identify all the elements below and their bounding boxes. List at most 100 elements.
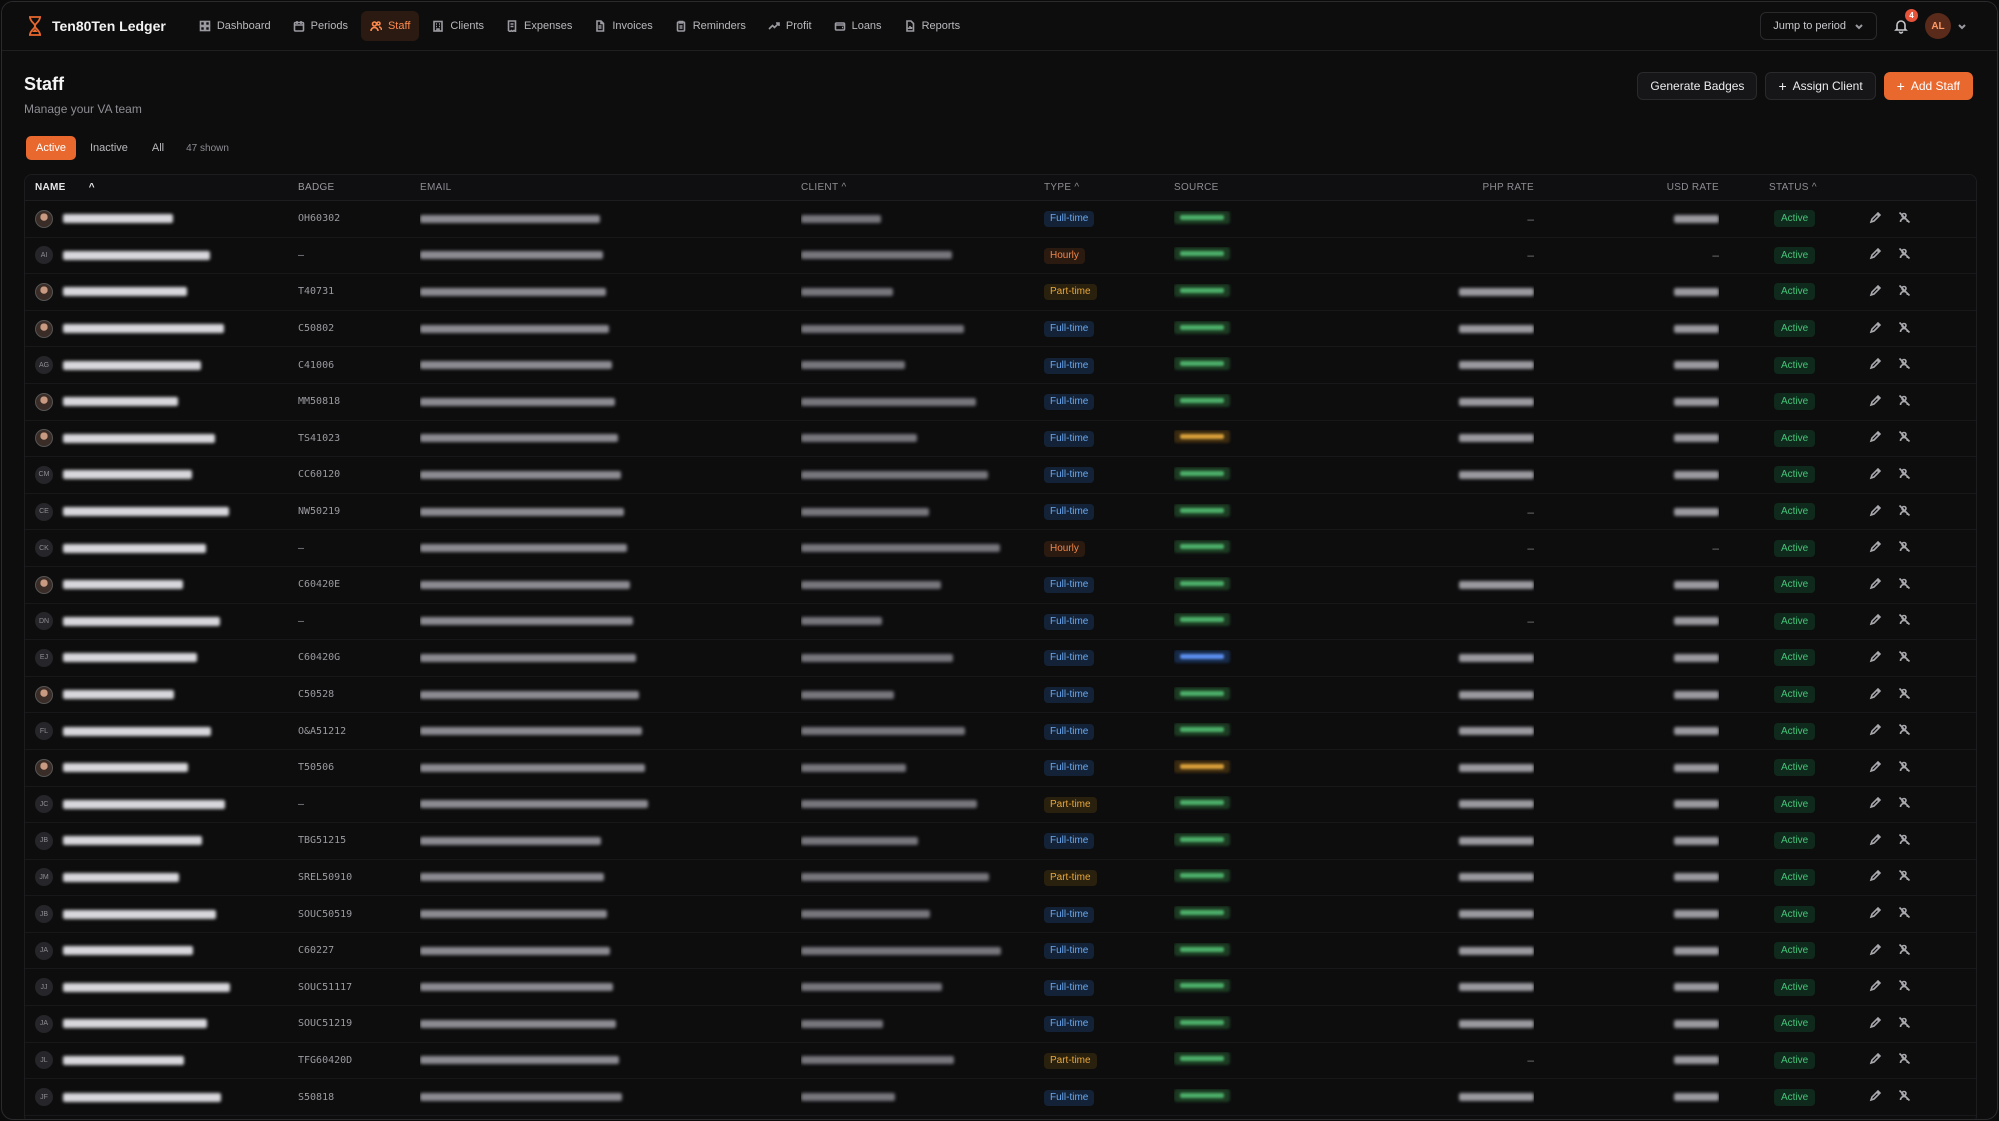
deactivate-button[interactable] — [1898, 723, 1911, 739]
edit-button[interactable] — [1869, 943, 1882, 959]
deactivate-button[interactable] — [1898, 687, 1911, 703]
nav-item-profit[interactable]: Profit — [759, 11, 821, 41]
deactivate-button[interactable] — [1898, 869, 1911, 885]
nav-item-periods[interactable]: Periods — [284, 11, 357, 41]
table-row[interactable]: MM50818 Full-time Active — [25, 384, 1976, 421]
staff-name-obscured[interactable] — [63, 250, 210, 260]
edit-button[interactable] — [1869, 687, 1882, 703]
edit-button[interactable] — [1869, 723, 1882, 739]
edit-button[interactable] — [1869, 833, 1882, 849]
edit-button[interactable] — [1869, 321, 1882, 337]
edit-button[interactable] — [1869, 284, 1882, 300]
table-row[interactable]: JM SREL50910 Part-time Active — [25, 860, 1976, 897]
staff-name-obscured[interactable] — [63, 433, 215, 443]
staff-name-obscured[interactable] — [63, 799, 225, 809]
staff-name-obscured[interactable] — [63, 360, 201, 370]
table-row[interactable]: JA C60227 Full-time Active — [25, 933, 1976, 970]
assign-client-button[interactable]: + Assign Client — [1765, 72, 1876, 100]
edit-button[interactable] — [1869, 760, 1882, 776]
table-row[interactable]: JC – Part-time Active — [25, 787, 1976, 824]
staff-name-obscured[interactable] — [63, 1019, 207, 1029]
deactivate-button[interactable] — [1898, 394, 1911, 410]
staff-name-obscured[interactable] — [63, 946, 193, 956]
edit-button[interactable] — [1869, 247, 1882, 263]
nav-item-reminders[interactable]: Reminders — [666, 11, 755, 41]
edit-button[interactable] — [1869, 1016, 1882, 1032]
column-name[interactable]: NAME ^ — [25, 182, 298, 193]
table-row[interactable]: C60420E Full-time Active — [25, 567, 1976, 604]
deactivate-button[interactable] — [1898, 211, 1911, 227]
deactivate-button[interactable] — [1898, 504, 1911, 520]
tab-all[interactable]: All — [142, 136, 174, 160]
deactivate-button[interactable] — [1898, 943, 1911, 959]
edit-button[interactable] — [1869, 394, 1882, 410]
add-staff-button[interactable]: + Add Staff — [1883, 72, 1973, 100]
user-menu[interactable]: AL — [1925, 13, 1967, 39]
table-row[interactable]: FL O&A51212 Full-time Active — [25, 713, 1976, 750]
deactivate-button[interactable] — [1898, 1089, 1911, 1105]
edit-button[interactable] — [1869, 430, 1882, 446]
edit-button[interactable] — [1869, 869, 1882, 885]
column-source[interactable]: SOURCE — [1174, 182, 1374, 193]
column-php-rate[interactable]: PHP RATE — [1374, 182, 1534, 193]
deactivate-button[interactable] — [1898, 430, 1911, 446]
deactivate-button[interactable] — [1898, 1052, 1911, 1068]
staff-name-obscured[interactable] — [63, 653, 197, 663]
table-row[interactable]: TS41023 Full-time Active — [25, 421, 1976, 458]
edit-button[interactable] — [1869, 540, 1882, 556]
nav-item-reports[interactable]: Reports — [895, 11, 970, 41]
staff-name-obscured[interactable] — [63, 1055, 184, 1065]
edit-button[interactable] — [1869, 1052, 1882, 1068]
edit-button[interactable] — [1869, 357, 1882, 373]
notifications-button[interactable]: 4 — [1891, 9, 1918, 36]
tab-active[interactable]: Active — [26, 136, 76, 160]
edit-button[interactable] — [1869, 504, 1882, 520]
deactivate-button[interactable] — [1898, 321, 1911, 337]
staff-name-obscured[interactable] — [63, 982, 230, 992]
nav-item-invoices[interactable]: Invoices — [585, 11, 661, 41]
staff-name-obscured[interactable] — [63, 872, 179, 882]
table-row[interactable]: JA SOUC51219 Full-time Active — [25, 1006, 1976, 1043]
deactivate-button[interactable] — [1898, 357, 1911, 373]
table-row[interactable]: CK – Hourly – – Active — [25, 530, 1976, 567]
staff-name-obscured[interactable] — [63, 726, 211, 736]
brand[interactable]: Ten80Ten Ledger — [26, 16, 166, 36]
deactivate-button[interactable] — [1898, 577, 1911, 593]
edit-button[interactable] — [1869, 650, 1882, 666]
staff-name-obscured[interactable] — [63, 470, 192, 480]
nav-item-expenses[interactable]: Expenses — [497, 11, 581, 41]
staff-name-obscured[interactable] — [63, 580, 183, 590]
table-row[interactable]: CE NW50219 Full-time – Active — [25, 494, 1976, 531]
staff-name-obscured[interactable] — [63, 690, 174, 700]
staff-name-obscured[interactable] — [63, 836, 202, 846]
nav-item-clients[interactable]: Clients — [423, 11, 493, 41]
table-row[interactable]: JB TBG51215 Full-time Active — [25, 823, 1976, 860]
table-row[interactable]: AG C41006 Full-time Active — [25, 347, 1976, 384]
table-row[interactable]: JJ SOUC51117 Full-time Active — [25, 969, 1976, 1007]
column-email[interactable]: EMAIL — [420, 182, 801, 193]
deactivate-button[interactable] — [1898, 467, 1911, 483]
table-row[interactable]: T50506 Full-time Active — [25, 750, 1976, 787]
column-usd-rate[interactable]: USD RATE — [1534, 182, 1719, 193]
table-row[interactable]: DN – Full-time – Active — [25, 604, 1976, 641]
deactivate-button[interactable] — [1898, 833, 1911, 849]
table-row[interactable]: AI – Hourly – – Active — [25, 238, 1976, 275]
staff-name-obscured[interactable] — [63, 543, 206, 553]
table-row[interactable]: OH60302 Full-time – Active — [25, 201, 1976, 238]
edit-button[interactable] — [1869, 613, 1882, 629]
tab-inactive[interactable]: Inactive — [80, 136, 138, 160]
edit-button[interactable] — [1869, 906, 1882, 922]
staff-name-obscured[interactable] — [63, 507, 229, 517]
staff-name-obscured[interactable] — [63, 909, 216, 919]
edit-button[interactable] — [1869, 796, 1882, 812]
generate-badges-button[interactable]: Generate Badges — [1637, 72, 1758, 100]
deactivate-button[interactable] — [1898, 760, 1911, 776]
edit-button[interactable] — [1869, 467, 1882, 483]
edit-button[interactable] — [1869, 577, 1882, 593]
staff-name-obscured[interactable] — [63, 214, 173, 224]
column-client[interactable]: CLIENT ^ — [801, 182, 1044, 193]
table-row[interactable]: JL TFG60420D Part-time – Active — [25, 1043, 1976, 1080]
deactivate-button[interactable] — [1898, 1016, 1911, 1032]
edit-button[interactable] — [1869, 979, 1882, 995]
deactivate-button[interactable] — [1898, 650, 1911, 666]
